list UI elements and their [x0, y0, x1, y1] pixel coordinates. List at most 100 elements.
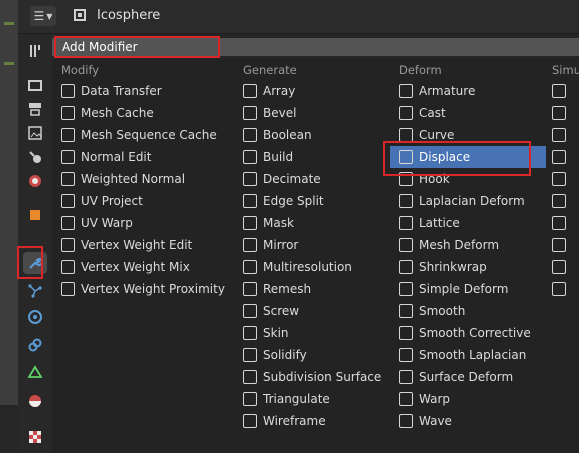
modifier-icon [399, 216, 413, 230]
tab-render[interactable] [23, 74, 47, 96]
menu-item-label: Triangulate [263, 392, 330, 406]
modifier-icon [243, 370, 257, 384]
modifier-icon [399, 304, 413, 318]
menu-item-array[interactable]: Array [243, 80, 393, 102]
menu-item-data-transfer[interactable]: Data Transfer [61, 80, 211, 102]
tab-object[interactable] [23, 204, 47, 226]
modifier-icon [243, 304, 257, 318]
menu-item-skin[interactable]: Skin [243, 322, 393, 344]
menu-item-mirror[interactable]: Mirror [243, 234, 393, 256]
modifier-icon [243, 150, 257, 164]
menu-item-subdivision-surface[interactable]: Subdivision Surface [243, 366, 393, 388]
editor-type-button[interactable]: ☰ ▼ [30, 6, 56, 26]
menu-item-boolean[interactable]: Boolean [243, 124, 393, 146]
menu-item-label: Vertex Weight Mix [81, 260, 190, 274]
menu-item-simulate[interactable] [552, 168, 579, 190]
menu-item-label: Mask [263, 216, 294, 230]
menu-item-surface-deform[interactable]: Surface Deform [399, 366, 546, 388]
menu-item-lattice[interactable]: Lattice [399, 212, 546, 234]
menu-item-label: Vertex Weight Edit [81, 238, 193, 252]
tab-particles[interactable] [23, 280, 47, 302]
modifier-icon [399, 348, 413, 362]
menu-item-simulate[interactable] [552, 278, 579, 300]
menu-item-decimate[interactable]: Decimate [243, 168, 393, 190]
modifier-icon [243, 282, 257, 296]
menu-item-label: Multiresolution [263, 260, 352, 274]
menu-item-edge-split[interactable]: Edge Split [243, 190, 393, 212]
properties-header: ☰ ▼ Icosphere [18, 0, 579, 34]
tab-world[interactable] [23, 170, 47, 192]
menu-item-cast[interactable]: Cast [399, 102, 546, 124]
menu-item-wave[interactable]: Wave [399, 410, 546, 432]
tab-scene[interactable] [23, 146, 47, 168]
menu-item-simulate[interactable] [552, 146, 579, 168]
menu-item-label: UV Project [81, 194, 143, 208]
menu-item-armature[interactable]: Armature [399, 80, 546, 102]
modifier-icon [399, 260, 413, 274]
column-title-deform: Deform [399, 63, 442, 77]
displace-highlight [383, 141, 531, 176]
menu-item-simple-deform[interactable]: Simple Deform [399, 278, 546, 300]
menu-item-multiresolution[interactable]: Multiresolution [243, 256, 393, 278]
modifier-icon [552, 128, 566, 142]
menu-item-mesh-sequence-cache[interactable]: Mesh Sequence Cache [61, 124, 217, 146]
viewport-edge [0, 0, 18, 453]
modifier-icon [61, 216, 75, 230]
menu-item-build[interactable]: Build [243, 146, 393, 168]
column-title-generate: Generate [243, 63, 297, 77]
menu-item-solidify[interactable]: Solidify [243, 344, 393, 366]
modifier-icon [61, 238, 75, 252]
menu-item-weighted-normal[interactable]: Weighted Normal [61, 168, 211, 190]
menu-item-label: Solidify [263, 348, 307, 362]
render-icon [28, 80, 42, 91]
menu-item-simulate[interactable] [552, 256, 579, 278]
material-icon [29, 395, 41, 407]
menu-item-label: Lattice [419, 216, 460, 230]
menu-item-simulate[interactable] [552, 190, 579, 212]
menu-item-label: Cast [419, 106, 446, 120]
menu-item-warp[interactable]: Warp [399, 388, 546, 410]
menu-item-simulate[interactable] [552, 124, 579, 146]
view-layer-icon [28, 126, 42, 140]
tab-data[interactable] [23, 362, 47, 384]
menu-item-uv-warp[interactable]: UV Warp [61, 212, 211, 234]
menu-item-smooth[interactable]: Smooth [399, 300, 546, 322]
tab-texture[interactable] [23, 426, 47, 448]
menu-item-vertex-weight-proximity[interactable]: Vertex Weight Proximity [61, 278, 225, 300]
menu-item-normal-edit[interactable]: Normal Edit [61, 146, 211, 168]
modifier-icon [243, 106, 257, 120]
menu-item-simulate[interactable] [552, 102, 579, 124]
menu-item-smooth-corrective[interactable]: Smooth Corrective [399, 322, 546, 344]
modifier-icon [61, 260, 75, 274]
tab-constraints[interactable] [23, 334, 47, 356]
menu-item-mesh-cache[interactable]: Mesh Cache [61, 102, 211, 124]
modifier-icon [552, 106, 566, 120]
tab-output[interactable] [23, 98, 47, 120]
menu-item-simulate[interactable] [552, 234, 579, 256]
tab-view-layer[interactable] [23, 122, 47, 144]
menu-item-screw[interactable]: Screw [243, 300, 393, 322]
modifier-icon [243, 260, 257, 274]
add-modifier-highlight [54, 36, 220, 58]
menu-item-bevel[interactable]: Bevel [243, 102, 393, 124]
menu-item-laplacian-deform[interactable]: Laplacian Deform [399, 190, 546, 212]
menu-item-smooth-laplacian[interactable]: Smooth Laplacian [399, 344, 546, 366]
menu-item-vertex-weight-edit[interactable]: Vertex Weight Edit [61, 234, 211, 256]
menu-item-simulate[interactable] [552, 212, 579, 234]
menu-item-label: Mesh Deform [419, 238, 500, 252]
menu-item-triangulate[interactable]: Triangulate [243, 388, 393, 410]
menu-item-uv-project[interactable]: UV Project [61, 190, 211, 212]
menu-item-label: Normal Edit [81, 150, 152, 164]
tab-tool[interactable] [23, 40, 47, 62]
tab-material[interactable] [23, 390, 47, 412]
menu-item-label: Screw [263, 304, 300, 318]
menu-item-label: Subdivision Surface [263, 370, 382, 384]
menu-item-simulate[interactable] [552, 80, 579, 102]
menu-item-mask[interactable]: Mask [243, 212, 393, 234]
menu-item-mesh-deform[interactable]: Mesh Deform [399, 234, 546, 256]
tab-physics[interactable] [23, 306, 47, 328]
menu-item-shrinkwrap[interactable]: Shrinkwrap [399, 256, 546, 278]
menu-item-remesh[interactable]: Remesh [243, 278, 393, 300]
menu-item-wireframe[interactable]: Wireframe [243, 410, 393, 432]
menu-item-vertex-weight-mix[interactable]: Vertex Weight Mix [61, 256, 211, 278]
